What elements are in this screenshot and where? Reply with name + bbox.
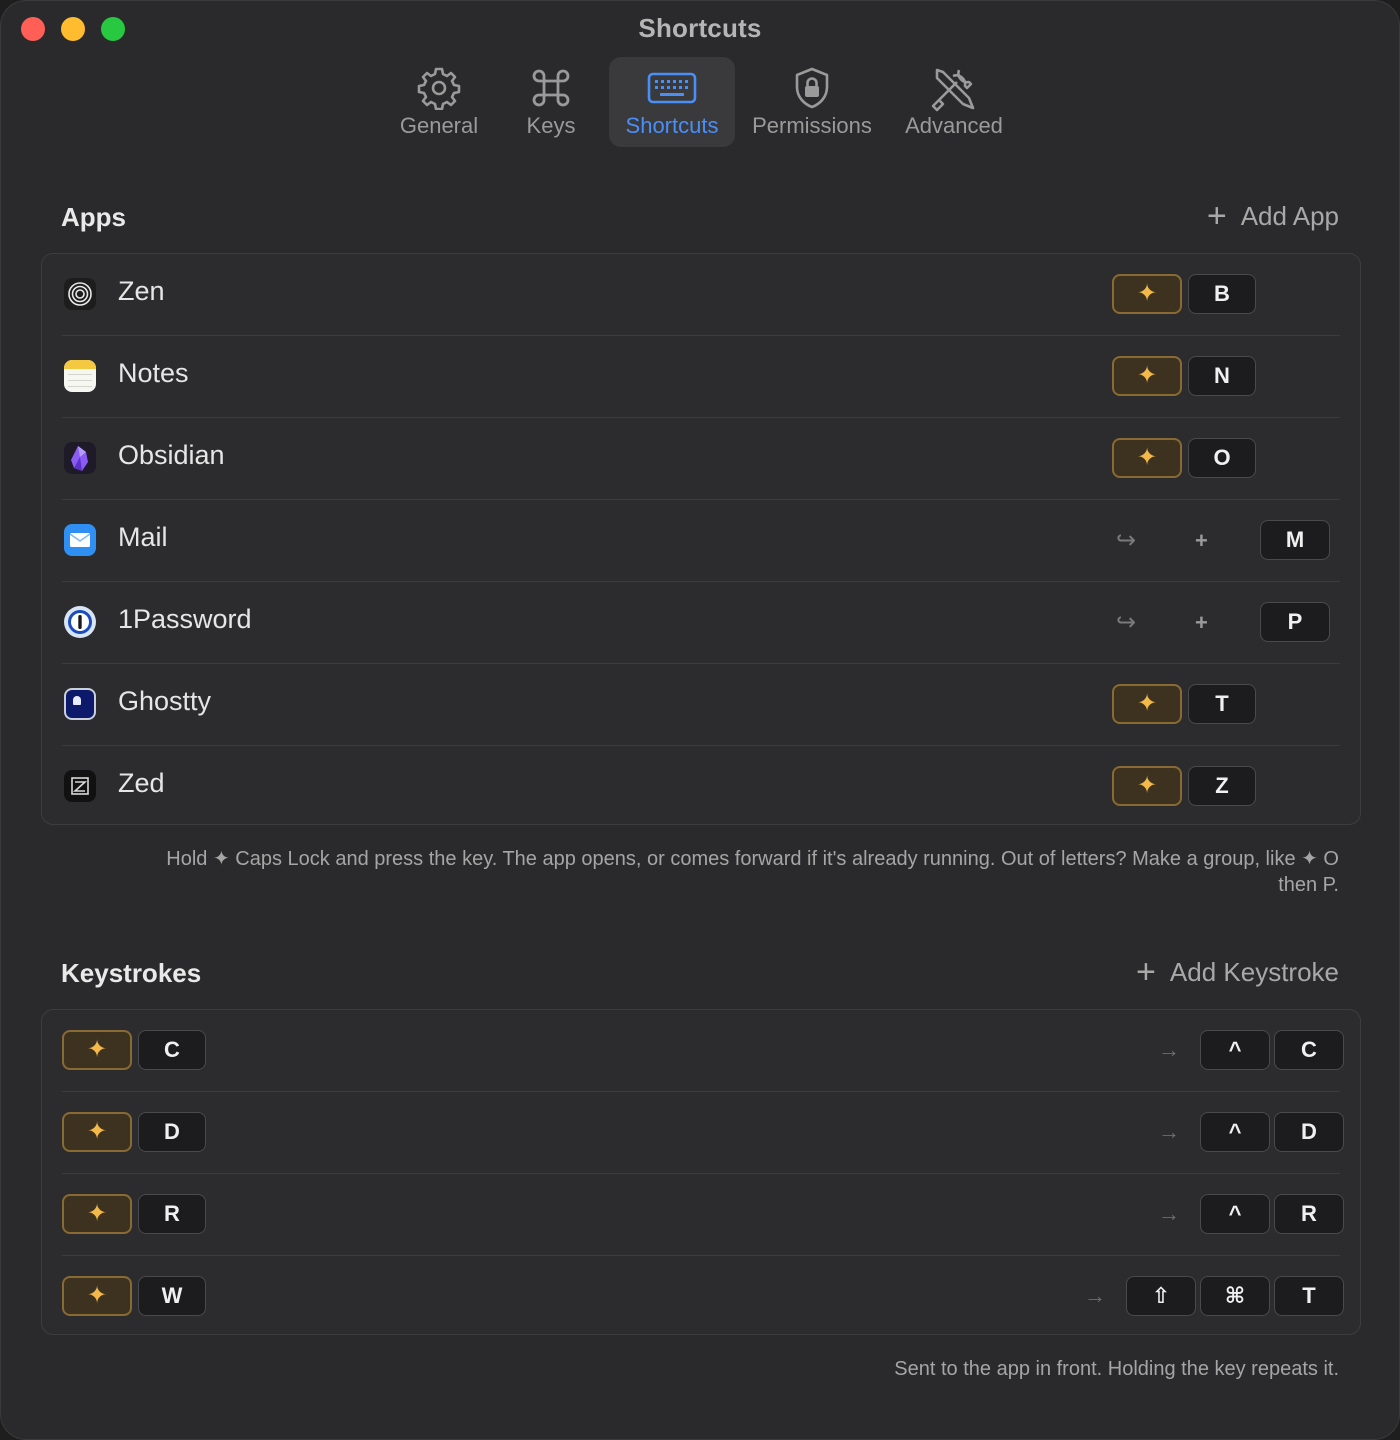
- ghostty-app-icon: [64, 688, 96, 720]
- apps-section-title: Apps: [61, 202, 126, 232]
- tab-keys[interactable]: Keys: [509, 57, 593, 147]
- app-name: Ghostty: [118, 686, 212, 716]
- keystrokes-list: ✦ C → ^ C ✦ D → ^ D ✦ R → ^ R ✦ W → ⇧ ⌘ …: [41, 1009, 1361, 1335]
- app-name: Zed: [118, 768, 165, 798]
- tools-icon: [929, 65, 979, 112]
- shortcut-key: T: [1188, 684, 1256, 724]
- table-row[interactable]: ✦ C → ^ C: [62, 1010, 1344, 1092]
- hyper-key: ✦: [1112, 684, 1182, 724]
- input-key: W: [138, 1276, 206, 1316]
- app-name: 1Password: [118, 604, 252, 634]
- input-key: C: [138, 1030, 206, 1070]
- apps-hint-line: Hold ✦ Caps Lock and press the key. The …: [166, 848, 1339, 870]
- list-item[interactable]: Zed ✦ Z: [62, 746, 1340, 828]
- command-icon: [529, 65, 573, 111]
- mail-app-icon: [64, 524, 96, 556]
- shortcut-key: P: [1260, 602, 1330, 642]
- shortcut-key: N: [1188, 356, 1256, 396]
- hyper-key: ✦: [62, 1030, 132, 1070]
- tab-general[interactable]: General: [381, 57, 497, 147]
- add-keystroke-button[interactable]: + Add Keystroke: [1136, 955, 1339, 989]
- table-row[interactable]: ✦ W → ⇧ ⌘ T: [62, 1256, 1344, 1338]
- list-item[interactable]: Notes ✦ N: [62, 336, 1340, 418]
- zen-app-icon: [64, 278, 96, 310]
- hyper-key: ✦: [1112, 356, 1182, 396]
- plus-separator: +: [1195, 610, 1208, 635]
- settings-window: Shortcuts General Keys Shortcuts Permiss…: [0, 0, 1400, 1440]
- tab-label: Advanced: [905, 113, 1003, 138]
- add-keystroke-label: Add Keystroke: [1169, 956, 1339, 987]
- apps-hint-line: then P.: [1278, 874, 1339, 896]
- arrow-right-icon: →: [1084, 1283, 1106, 1308]
- app-name: Obsidian: [118, 440, 225, 470]
- hyper-key: ✦: [62, 1276, 132, 1316]
- hyper-key: ✦: [1112, 438, 1182, 478]
- tab-label: Permissions: [752, 113, 872, 138]
- keystrokes-hint: Sent to the app in front. Holding the ke…: [894, 1358, 1339, 1380]
- tab-permissions[interactable]: Permissions: [745, 57, 879, 147]
- shortcut-key: B: [1188, 274, 1256, 314]
- toolbar: General Keys Shortcuts Permissions Advan…: [1, 57, 1399, 149]
- shortcut-key: O: [1188, 438, 1256, 478]
- tab-label: Shortcuts: [625, 113, 719, 138]
- hyper-key: ✦: [1112, 274, 1182, 314]
- list-item[interactable]: Zen ✦ B: [62, 254, 1340, 336]
- input-key: R: [138, 1194, 206, 1234]
- gear-icon: [417, 65, 461, 111]
- plus-separator: +: [1195, 528, 1208, 553]
- list-item[interactable]: Mail ↪ + M: [62, 500, 1340, 582]
- list-item[interactable]: 1Password ↪ + P: [62, 582, 1340, 664]
- add-app-button[interactable]: + Add App: [1207, 199, 1339, 233]
- keystrokes-section-title: Keystrokes: [61, 958, 202, 988]
- app-name: Notes: [118, 358, 189, 388]
- apps-hint: Hold ✦ Caps Lock and press the key. The …: [49, 846, 1339, 898]
- tab-label: General: [399, 113, 479, 138]
- plus-icon: +: [1206, 197, 1227, 235]
- hyper-key: ✦: [62, 1112, 132, 1152]
- shortcut-key: Z: [1188, 766, 1256, 806]
- table-row[interactable]: ✦ D → ^ D: [62, 1092, 1344, 1174]
- output-key: ^: [1200, 1194, 1270, 1234]
- input-key: D: [138, 1112, 206, 1152]
- list-item[interactable]: Ghostty ✦ T: [62, 664, 1340, 746]
- output-key: ⌘: [1200, 1276, 1270, 1316]
- app-name: Mail: [118, 522, 168, 552]
- output-key: T: [1274, 1276, 1344, 1316]
- shortcut-key: M: [1260, 520, 1330, 560]
- output-key: R: [1274, 1194, 1344, 1234]
- keyboard-icon: [647, 65, 697, 111]
- list-item[interactable]: Obsidian ✦ O: [62, 418, 1340, 500]
- window-title: Shortcuts: [638, 13, 762, 43]
- app-name: Zen: [118, 276, 165, 306]
- output-key: ⇧: [1126, 1276, 1196, 1316]
- table-row[interactable]: ✦ R → ^ R: [62, 1174, 1344, 1256]
- tab-advanced[interactable]: Advanced: [895, 57, 1013, 147]
- output-key: ^: [1200, 1112, 1270, 1152]
- arrow-right-icon: →: [1158, 1119, 1180, 1144]
- arrow-right-icon: →: [1158, 1201, 1180, 1226]
- output-key: ^: [1200, 1030, 1270, 1070]
- tab-shortcuts[interactable]: Shortcuts: [609, 57, 735, 147]
- arrow-right-icon: →: [1158, 1037, 1180, 1062]
- zed-app-icon: [64, 770, 96, 802]
- group-arrow-icon: ↪: [1116, 609, 1137, 636]
- obsidian-app-icon: [64, 442, 96, 474]
- shield-lock-icon: [792, 65, 832, 111]
- tab-label: Keys: [526, 113, 576, 138]
- plus-icon: +: [1136, 953, 1156, 991]
- output-key: C: [1274, 1030, 1344, 1070]
- hyper-key: ✦: [1112, 766, 1182, 806]
- onepassword-app-icon: [64, 606, 96, 638]
- hyper-key: ✦: [62, 1194, 132, 1234]
- apps-list: Zen ✦ B Notes ✦ N Obsidian ✦ O Mail ↪ + …: [41, 253, 1361, 825]
- add-app-label: Add App: [1240, 200, 1339, 231]
- output-key: D: [1274, 1112, 1344, 1152]
- group-arrow-icon: ↪: [1116, 527, 1137, 554]
- notes-app-icon: [64, 360, 96, 392]
